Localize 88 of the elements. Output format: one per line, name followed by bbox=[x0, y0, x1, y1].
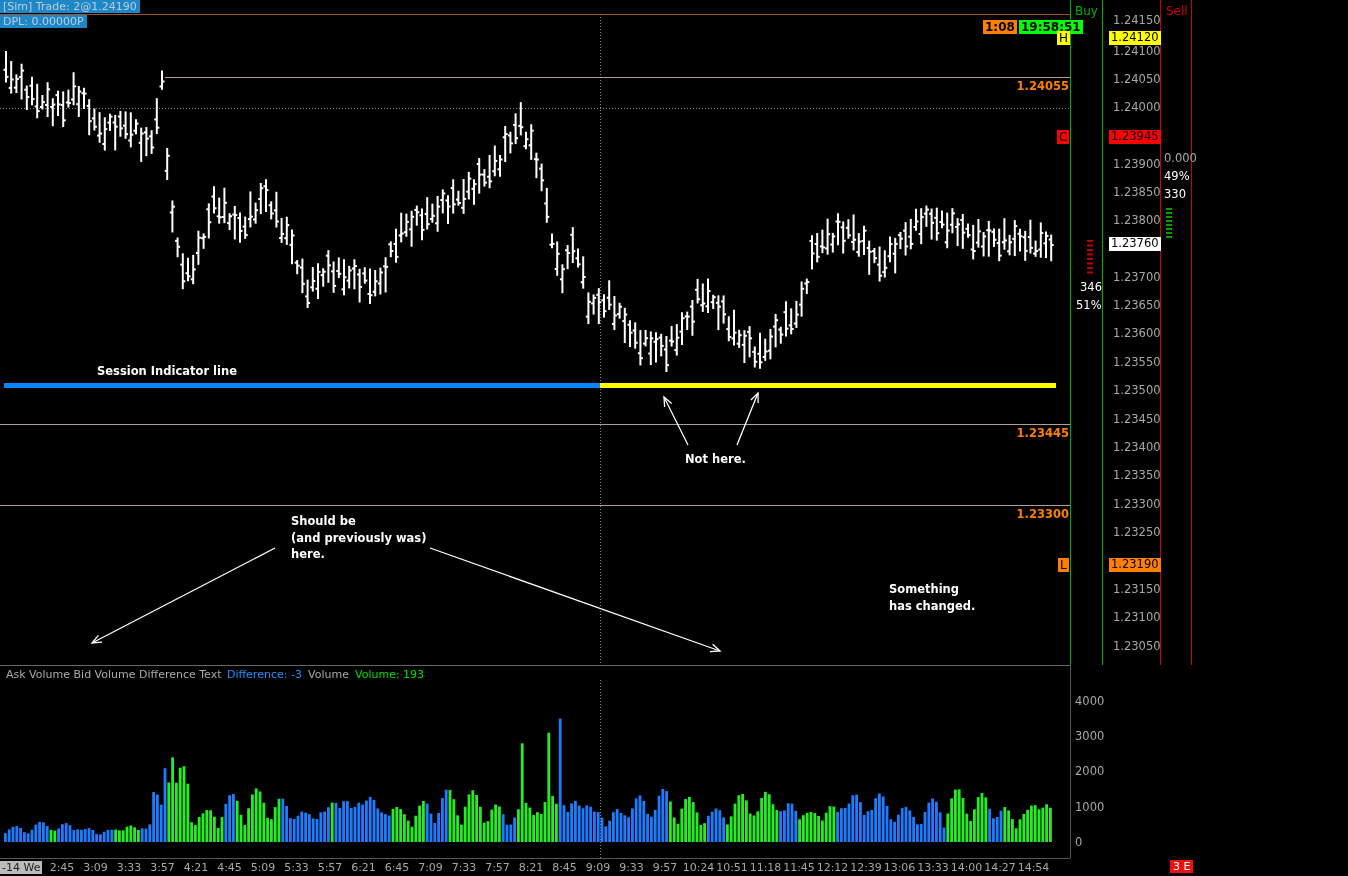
time-axis-label: 9:33 bbox=[619, 861, 644, 875]
trade-info: [Sim] Trade: 2@1.24190 bbox=[0, 0, 140, 14]
time-axis-label: 9:09 bbox=[585, 861, 611, 875]
annotation-text: Something has changed. bbox=[889, 581, 976, 615]
volume-value: Volume: 193 bbox=[355, 668, 425, 682]
status-badge: 3 E bbox=[1170, 860, 1194, 874]
time-axis-label: 4:21 bbox=[183, 861, 209, 875]
annotation-text: Should be (and previously was) here. bbox=[291, 513, 427, 563]
time-axis-label: 6:45 bbox=[384, 861, 410, 875]
time-axis-label: 10:51 bbox=[716, 861, 748, 875]
difference-value: Difference: -3 bbox=[227, 668, 302, 682]
level-price: 1.23445 bbox=[1016, 427, 1069, 441]
time-axis-label: 3:57 bbox=[150, 861, 175, 875]
time-axis-label: 5:57 bbox=[317, 861, 343, 875]
level-marker: C bbox=[1057, 130, 1070, 145]
price-axis-label: 1.24150 bbox=[1113, 14, 1161, 28]
price-tag: 1.23190 bbox=[1109, 558, 1161, 572]
price-axis-label: 1.24100 bbox=[1113, 45, 1161, 59]
annotation-text: Session Indicator line bbox=[97, 363, 237, 380]
column-title: Buy bbox=[1075, 4, 1098, 19]
time-axis-label: 8:45 bbox=[552, 861, 577, 875]
time-axis-label: 3:09 bbox=[83, 861, 108, 875]
level-price: 1.24055 bbox=[1016, 80, 1069, 94]
time-axis-label: 8:21 bbox=[518, 861, 544, 875]
price-axis-label: 1.23650 bbox=[1113, 299, 1161, 313]
arrow bbox=[736, 391, 759, 446]
sell-count: 330 bbox=[1164, 188, 1186, 202]
price-axis-label: 1.24050 bbox=[1113, 73, 1161, 87]
time-axis-label: 12:12 bbox=[816, 861, 849, 875]
depth-marks-drawing bbox=[1166, 208, 1172, 238]
time-axis-label: 5:09 bbox=[250, 861, 276, 875]
indicator-title: Ask Volume Bid Volume Difference Text bbox=[6, 668, 222, 682]
price-axis-label: 1.23600 bbox=[1113, 327, 1161, 341]
level-price: 1.23300 bbox=[1016, 508, 1069, 522]
price-axis-label: 1.23250 bbox=[1113, 526, 1161, 540]
price-tag: 1.24120 bbox=[1109, 31, 1161, 45]
sell-percent: 49% bbox=[1164, 170, 1190, 184]
annotation-text: Not here. bbox=[685, 451, 746, 468]
price-axis-label: 1.23450 bbox=[1113, 413, 1161, 427]
time-axis-label: 14:54 bbox=[1017, 861, 1050, 875]
profit-loss-info: DPL: 0.00000P bbox=[0, 15, 87, 29]
date-label: -14 We bbox=[0, 861, 43, 875]
arrow bbox=[663, 395, 689, 446]
buy-count: 346 bbox=[1080, 281, 1102, 295]
price-tag: 1.23945 bbox=[1109, 130, 1161, 144]
price-axis-label: 1.23550 bbox=[1113, 356, 1161, 370]
time-axis-label: 11:45 bbox=[783, 861, 815, 875]
timer-label: 1:08 bbox=[983, 20, 1017, 35]
time-axis-label: 2:45 bbox=[49, 861, 75, 875]
column-title: Sell bbox=[1166, 4, 1188, 19]
level-marker: H bbox=[1057, 31, 1071, 46]
volume-axis-label: 4000 bbox=[1075, 695, 1105, 709]
volume-axis-label: 1000 bbox=[1075, 800, 1105, 815]
price-axis-label: 1.23400 bbox=[1113, 441, 1161, 455]
buy-percent: 51% bbox=[1076, 299, 1102, 313]
time-axis-label: 6:21 bbox=[351, 861, 376, 875]
price-axis-label: 1.23900 bbox=[1113, 158, 1161, 172]
price-axis-label: 1.23700 bbox=[1113, 271, 1161, 285]
time-axis-label: 10:24 bbox=[682, 861, 715, 875]
time-axis-label: 12:39 bbox=[850, 861, 882, 875]
price-axis-label: 1.23100 bbox=[1113, 611, 1161, 625]
time-axis-label: 5:33 bbox=[284, 861, 309, 875]
price-axis-label: 1.23850 bbox=[1113, 186, 1161, 200]
level-marker: L bbox=[1058, 558, 1069, 573]
price-tag: 1.23760 bbox=[1109, 237, 1161, 251]
time-axis-label: 11:18 bbox=[749, 861, 782, 875]
price-axis-label: 1.24000 bbox=[1113, 101, 1161, 115]
price-axis-label: 1.23150 bbox=[1113, 583, 1161, 597]
time-axis-label: 13:33 bbox=[917, 861, 949, 875]
volume-axis-label: 0 bbox=[1075, 835, 1083, 850]
price-axis-label: 1.23050 bbox=[1113, 640, 1161, 654]
time-axis-label: 7:09 bbox=[418, 861, 443, 875]
indicator-title: Volume bbox=[308, 668, 349, 682]
time-axis-label: 9:57 bbox=[652, 861, 678, 875]
price-axis-label: 1.23300 bbox=[1113, 498, 1161, 512]
depth-marks-drawing bbox=[1087, 240, 1093, 274]
time-axis-label: 13:06 bbox=[883, 861, 916, 875]
time-axis-label: 7:57 bbox=[485, 861, 510, 875]
time-axis-label: 4:45 bbox=[217, 861, 242, 875]
time-axis-label: 3:33 bbox=[116, 861, 142, 875]
time-axis-label: 14:00 bbox=[950, 861, 983, 875]
price-axis-label: 1.23800 bbox=[1113, 214, 1161, 228]
time-axis-label: 7:33 bbox=[451, 861, 477, 875]
time-axis-label: 14:27 bbox=[984, 861, 1016, 875]
price-axis-label: 1.23500 bbox=[1113, 384, 1161, 398]
volume-axis-label: 3000 bbox=[1075, 730, 1105, 744]
price-axis-label: 1.23350 bbox=[1113, 469, 1161, 483]
volume-axis-label: 2000 bbox=[1075, 765, 1105, 780]
